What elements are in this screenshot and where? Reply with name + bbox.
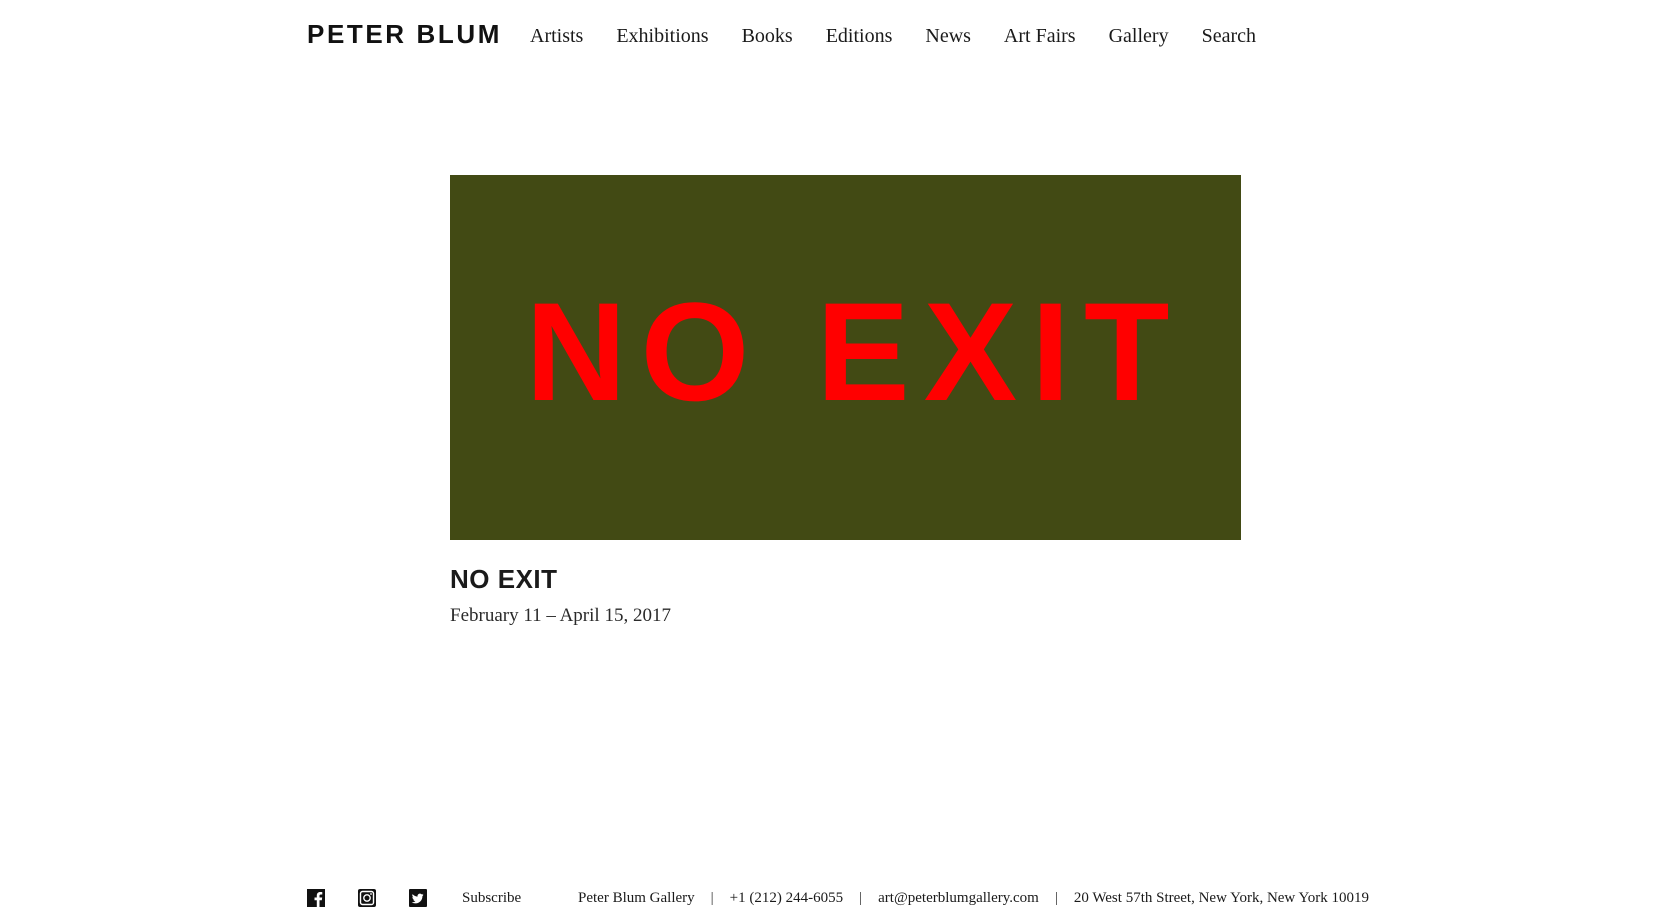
instagram-icon[interactable] bbox=[358, 889, 376, 907]
subscribe-link[interactable]: Subscribe bbox=[462, 888, 521, 908]
exhibition-dates: February 11 – April 15, 2017 bbox=[450, 605, 671, 626]
footer-address: 20 West 57th Street, New York, New York … bbox=[1073, 890, 1370, 906]
site-logo[interactable]: PETER BLUM bbox=[307, 19, 502, 49]
site-header: PETER BLUM Artists Exhibitions Books Edi… bbox=[0, 0, 1678, 80]
banner-text: NO EXIT bbox=[525, 272, 1184, 430]
nav-books[interactable]: Books bbox=[742, 21, 793, 51]
nav-news[interactable]: News bbox=[925, 21, 971, 51]
footer-contact: Peter Blum Gallery | +1 (212) 244-6055 |… bbox=[578, 888, 1369, 908]
nav-artists[interactable]: Artists bbox=[530, 21, 583, 51]
main-nav: Artists Exhibitions Books Editions News … bbox=[530, 21, 1256, 51]
footer-phone-link[interactable]: +1 (212) 244-6055 bbox=[730, 888, 843, 908]
exhibition-title: NO EXIT bbox=[450, 564, 558, 594]
nav-exhibitions[interactable]: Exhibitions bbox=[616, 21, 708, 51]
nav-editions[interactable]: Editions bbox=[826, 21, 893, 51]
exhibition-banner[interactable]: NO EXIT bbox=[450, 175, 1241, 540]
site-footer: Subscribe Peter Blum Gallery | +1 (212) … bbox=[0, 885, 1678, 915]
nav-art-fairs[interactable]: Art Fairs bbox=[1004, 21, 1076, 51]
nav-gallery[interactable]: Gallery bbox=[1109, 21, 1169, 51]
nav-search[interactable]: Search bbox=[1202, 21, 1256, 51]
footer-separator: | bbox=[710, 890, 714, 906]
facebook-icon[interactable] bbox=[307, 889, 325, 907]
footer-separator: | bbox=[859, 890, 863, 906]
footer-separator: | bbox=[1054, 890, 1058, 906]
footer-gallery-name: Peter Blum Gallery bbox=[578, 890, 695, 906]
footer-email-link[interactable]: art@peterblumgallery.com bbox=[878, 888, 1039, 908]
twitter-icon[interactable] bbox=[409, 889, 427, 907]
